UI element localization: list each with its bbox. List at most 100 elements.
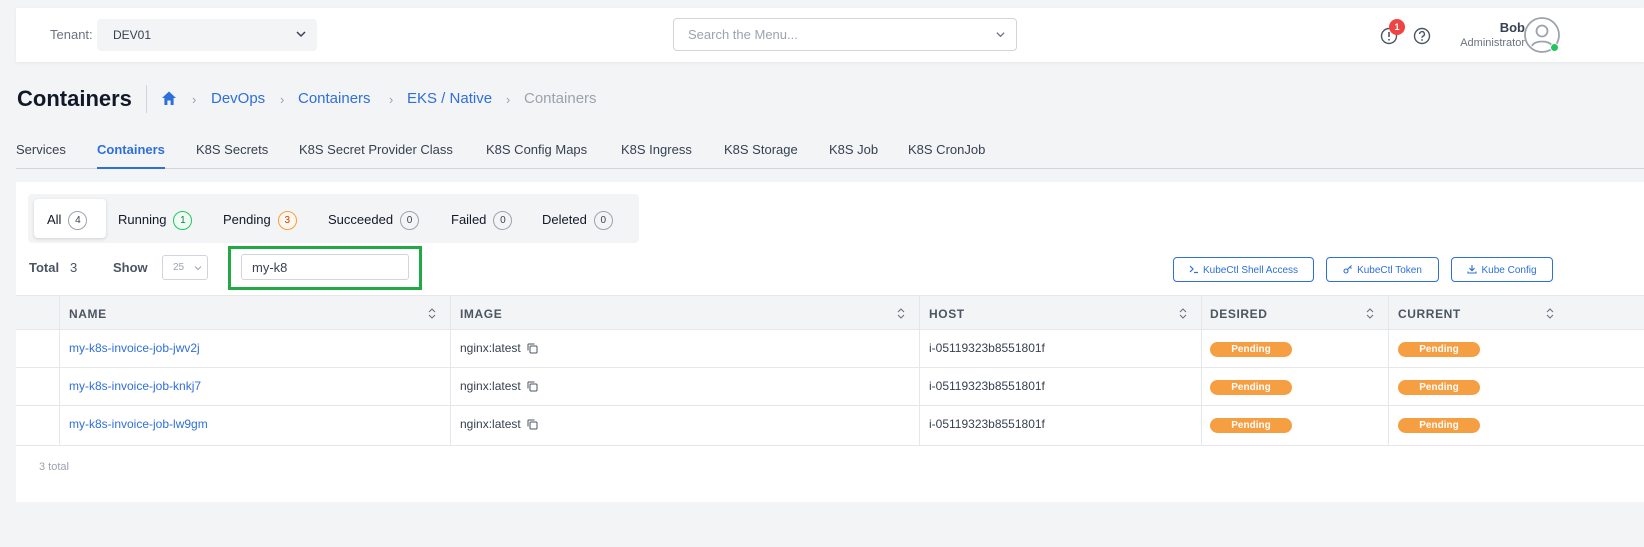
menu-search[interactable] [673,18,1017,51]
column-header-name[interactable]: NAME [69,307,107,321]
tab-k8s-job[interactable]: K8S Job [829,142,878,169]
status-filter-bar: All 4 Running 1 Pending 3 Succeeded 0 Failed… [28,194,639,243]
filter-pending[interactable]: Pending 3 [223,199,297,238]
kubectl-token-button[interactable]: KubeCtl Token [1326,257,1439,282]
column-header-host[interactable]: HOST [929,307,965,321]
breadcrumb-current: Containers [524,90,597,107]
desired-status-badge: Pending [1210,342,1292,357]
page-size-value: 25 [173,262,185,273]
sort-icon[interactable] [1366,307,1374,320]
filter-count: 1 [173,211,193,230]
sort-icon[interactable] [897,307,905,320]
tenant-label: Tenant: [50,27,93,42]
tab-k8s-config-maps[interactable]: K8S Config Maps [486,142,587,169]
host-cell: i-05119323b8551801f [929,341,1045,355]
breadcrumb-devops[interactable]: DevOps [211,90,265,107]
page-title: Containers [17,86,132,111]
title-divider [146,85,147,113]
filter-label: Failed [451,212,487,227]
download-icon [1467,265,1478,274]
tab-k8s-secrets[interactable]: K8S Secrets [196,142,268,169]
button-label: Kube Config [1481,265,1537,276]
image-value: nginx:latest [460,341,521,355]
table-footer-total: 3 total [39,461,69,473]
filter-count: 3 [277,211,297,230]
show-label: Show [113,260,148,275]
tab-k8s-ingress[interactable]: K8S Ingress [621,142,692,169]
copy-icon[interactable] [527,381,538,392]
alert-count-badge: 1 [1389,19,1405,35]
tab-k8s-storage[interactable]: K8S Storage [724,142,798,169]
home-icon[interactable] [160,89,178,107]
copy-icon[interactable] [527,419,538,430]
kubectl-shell-access-button[interactable]: KubeCtl Shell Access [1173,257,1314,282]
tab-containers[interactable]: Containers [97,142,165,169]
column-header-desired[interactable]: DESIRED [1210,307,1268,321]
filter-running[interactable]: Running 1 [118,199,193,238]
table-header: NAME IMAGE HOST DESIRED CURRENT [16,295,1644,330]
filter-count: 0 [400,211,420,230]
key-icon [1343,265,1352,274]
tab-k8s-secret-provider-class[interactable]: K8S Secret Provider Class [299,142,453,169]
host-cell: i-05119323b8551801f [929,417,1045,431]
tab-services[interactable]: Services [16,142,66,169]
total-value: 3 [70,260,78,275]
filter-count: 0 [493,211,513,230]
chevron-down-icon [996,32,1005,38]
filter-deleted[interactable]: Deleted 0 [542,199,613,238]
image-cell: nginx:latest [460,341,538,355]
breadcrumb-containers[interactable]: Containers [298,90,371,107]
image-cell: nginx:latest [460,417,538,431]
table-row: my-k8s-invoice-job-knkj7 nginx:latest i-… [16,368,1644,406]
breadcrumb-separator: › [280,92,285,107]
online-status-dot [1550,43,1559,52]
sort-icon[interactable] [1546,307,1554,320]
container-name-link[interactable]: my-k8s-invoice-job-jwv2j [69,341,200,355]
total-label: Total [29,260,60,275]
tenant-select[interactable]: DEV01 [97,19,317,51]
breadcrumb-separator: › [506,92,511,107]
breadcrumb-separator: › [389,92,394,107]
filter-label: Deleted [542,212,587,227]
sort-icon[interactable] [1179,307,1187,320]
filter-count: 4 [68,211,88,230]
filter-failed[interactable]: Failed 0 [451,199,513,238]
current-status-badge: Pending [1398,380,1480,395]
image-value: nginx:latest [460,379,521,393]
desired-status-badge: Pending [1210,418,1292,433]
filter-label: Pending [223,212,271,227]
help-icon[interactable] [1413,27,1431,45]
filter-succeeded[interactable]: Succeeded 0 [328,199,420,238]
button-label: KubeCtl Shell Access [1202,265,1299,276]
top-bar: Tenant: DEV01 1 Bob Administrator [16,8,1644,62]
filter-label: All [47,212,62,227]
sort-icon[interactable] [428,307,436,320]
user-role: Administrator [1460,37,1525,49]
breadcrumb-eks-native[interactable]: EKS / Native [407,90,492,107]
tenant-value: DEV01 [113,28,152,42]
copy-icon[interactable] [527,343,538,354]
container-name-link[interactable]: my-k8s-invoice-job-knkj7 [69,379,201,393]
column-header-image[interactable]: IMAGE [460,307,502,321]
containers-card: All 4 Running 1 Pending 3 Succeeded 0 Failed… [16,182,1644,502]
breadcrumb-separator: › [192,92,197,107]
terminal-icon [1189,265,1198,274]
desired-status-badge: Pending [1210,380,1292,395]
tab-k8s-cronjob[interactable]: K8S CronJob [908,142,985,169]
table-filter-input[interactable] [241,254,409,280]
image-value: nginx:latest [460,417,521,431]
current-status-badge: Pending [1398,342,1480,357]
filter-label: Succeeded [328,212,394,227]
table-row: my-k8s-invoice-job-jwv2j nginx:latest i-… [16,330,1644,368]
current-status-badge: Pending [1398,418,1480,433]
tab-bar: Services Containers K8S Secrets K8S Secr… [16,142,1644,169]
page-size-select[interactable]: 25 [162,255,208,280]
container-name-link[interactable]: my-k8s-invoice-job-lw9gm [69,417,208,431]
filter-label: Running [118,212,167,227]
menu-search-input[interactable] [688,27,978,42]
column-header-current[interactable]: CURRENT [1398,307,1461,321]
filter-count: 0 [593,211,613,230]
user-name: Bob [1499,20,1525,35]
kube-config-button[interactable]: Kube Config [1451,257,1553,282]
filter-all[interactable]: All 4 [34,199,106,238]
